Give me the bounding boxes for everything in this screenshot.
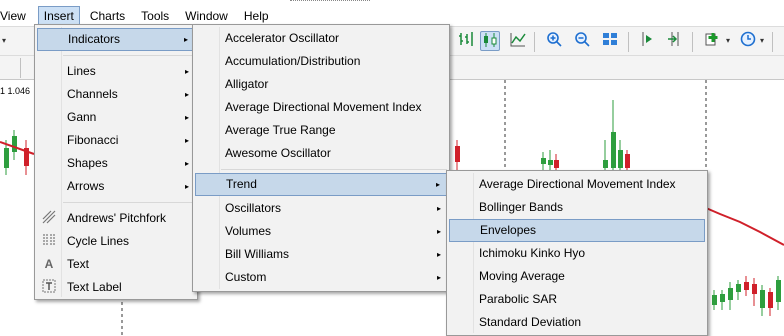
menu-item-accumulation-distribution[interactable]: Accumulation/Distribution (195, 50, 447, 73)
menu-item-channels[interactable]: Channels ▸ (37, 83, 195, 106)
candle (603, 160, 608, 168)
chevron-right-icon: ▸ (184, 67, 189, 76)
chevron-right-icon: ▸ (183, 35, 188, 44)
candle (768, 292, 773, 308)
cycle-lines-icon (41, 233, 57, 249)
menu-item-awesome-oscillator[interactable]: Awesome Oscillator (195, 142, 447, 165)
insert-menu: Indicators ▸ Lines ▸ Channels ▸ Gann ▸ F… (34, 24, 198, 300)
zoom-out-icon[interactable] (572, 31, 592, 51)
bar-chart-icon[interactable] (456, 31, 476, 51)
candle (4, 148, 9, 168)
menu-tools[interactable]: Tools (135, 6, 175, 26)
menu-insert[interactable]: Insert (37, 6, 80, 26)
candle (625, 154, 630, 168)
menu-separator (63, 55, 195, 56)
candle (712, 295, 717, 305)
menu-window[interactable]: Window (179, 6, 234, 26)
chevron-right-icon: ▸ (184, 182, 189, 191)
toolbar-separator (692, 32, 693, 52)
menu-item-accelerator-oscillator[interactable]: Accelerator Oscillator (195, 27, 447, 50)
zoom-in-icon[interactable] (544, 31, 564, 51)
chevron-right-icon: ▸ (184, 136, 189, 145)
trend-submenu: Average Directional Movement Index Bolli… (446, 170, 708, 336)
menu-item-volumes[interactable]: Volumes ▸ (195, 220, 447, 243)
menu-item-gann[interactable]: Gann ▸ (37, 106, 195, 129)
menu-bar: View Insert Charts Tools Window Help (0, 6, 784, 26)
menu-help[interactable]: Help (238, 6, 275, 26)
menu-charts[interactable]: Charts (84, 6, 131, 26)
chart-symbol-label: 1 1.046 (0, 86, 31, 96)
menu-item-lines[interactable]: Lines ▸ (37, 60, 195, 83)
toolbar-separator (534, 32, 535, 52)
text-label-icon (41, 279, 57, 295)
indicators-dropdown-icon[interactable]: ▾ (726, 36, 730, 45)
menu-item-cycle-lines[interactable]: Cycle Lines (37, 230, 195, 253)
candle (776, 280, 781, 302)
candle (611, 132, 616, 168)
menu-separator (221, 169, 447, 170)
toolbar-separator (20, 58, 21, 78)
toolbar-separator (772, 32, 773, 52)
candle (12, 136, 17, 152)
candle (548, 160, 553, 165)
menu-item-bollinger-bands[interactable]: Bollinger Bands (449, 196, 705, 219)
menu-item-text-label[interactable]: Text Label (37, 276, 195, 299)
menu-item-ichimoku[interactable]: Ichimoku Kinko Hyo (449, 242, 705, 265)
chevron-right-icon: ▸ (435, 180, 440, 189)
chevron-right-icon: ▸ (184, 159, 189, 168)
menu-item-fibonacci[interactable]: Fibonacci ▸ (37, 129, 195, 152)
pitchfork-icon (41, 210, 57, 226)
menu-view[interactable]: View (0, 6, 32, 26)
text-icon: A (44, 257, 54, 271)
menu-item-admi[interactable]: Average Directional Movement Index (195, 96, 447, 119)
chevron-right-icon: ▸ (184, 113, 189, 122)
chart-shift-icon[interactable] (638, 31, 658, 51)
candle (720, 294, 725, 302)
menu-item-average-true-range[interactable]: Average True Range (195, 119, 447, 142)
chevron-right-icon: ▸ (184, 90, 189, 99)
chevron-right-icon: ▸ (436, 273, 441, 282)
chevron-right-icon: ▸ (436, 227, 441, 236)
indicators-add-icon[interactable] (702, 31, 722, 51)
toolbar-dropdown-icon[interactable]: ▾ (2, 36, 6, 45)
candle (554, 160, 559, 168)
menu-item-bill-williams[interactable]: Bill Williams ▸ (195, 243, 447, 266)
menu-item-standard-deviation[interactable]: Standard Deviation (449, 311, 705, 334)
menu-item-parabolic-sar[interactable]: Parabolic SAR (449, 288, 705, 311)
indicators-submenu: Accelerator Oscillator Accumulation/Dist… (192, 24, 450, 292)
menu-item-text[interactable]: A Text (37, 253, 195, 276)
menu-separator (63, 202, 195, 203)
candle (455, 146, 460, 162)
menu-item-envelopes[interactable]: Envelopes (449, 219, 705, 242)
menu-item-arrows[interactable]: Arrows ▸ (37, 175, 195, 198)
candle (618, 150, 623, 168)
menu-item-oscillators[interactable]: Oscillators ▸ (195, 197, 447, 220)
moving-average-line (705, 207, 784, 246)
candle (744, 282, 749, 290)
line-chart-icon[interactable] (508, 31, 528, 51)
chevron-right-icon: ▸ (436, 204, 441, 213)
periods-clock-icon[interactable] (738, 31, 758, 51)
title-bar-fragment (290, 0, 370, 4)
periods-dropdown-icon[interactable]: ▾ (760, 36, 764, 45)
candlestick-chart-icon[interactable] (480, 31, 500, 51)
menu-item-trend[interactable]: Trend ▸ (195, 173, 447, 196)
menu-item-custom[interactable]: Custom ▸ (195, 266, 447, 289)
chevron-right-icon: ▸ (436, 250, 441, 259)
candle (736, 284, 741, 292)
menu-item-moving-average[interactable]: Moving Average (449, 265, 705, 288)
tile-windows-icon[interactable] (600, 31, 620, 51)
menu-item-shapes[interactable]: Shapes ▸ (37, 152, 195, 175)
menu-item-trend-admi[interactable]: Average Directional Movement Index (449, 173, 705, 196)
candle (760, 290, 765, 308)
menu-item-andrews-pitchfork[interactable]: Andrews' Pitchfork (37, 207, 195, 230)
toolbar-separator (628, 32, 629, 52)
auto-scroll-icon[interactable] (664, 31, 684, 51)
candle (752, 284, 757, 294)
menu-item-alligator[interactable]: Alligator (195, 73, 447, 96)
candle (728, 288, 733, 300)
menu-item-indicators[interactable]: Indicators ▸ (37, 28, 195, 51)
candle (541, 158, 546, 164)
